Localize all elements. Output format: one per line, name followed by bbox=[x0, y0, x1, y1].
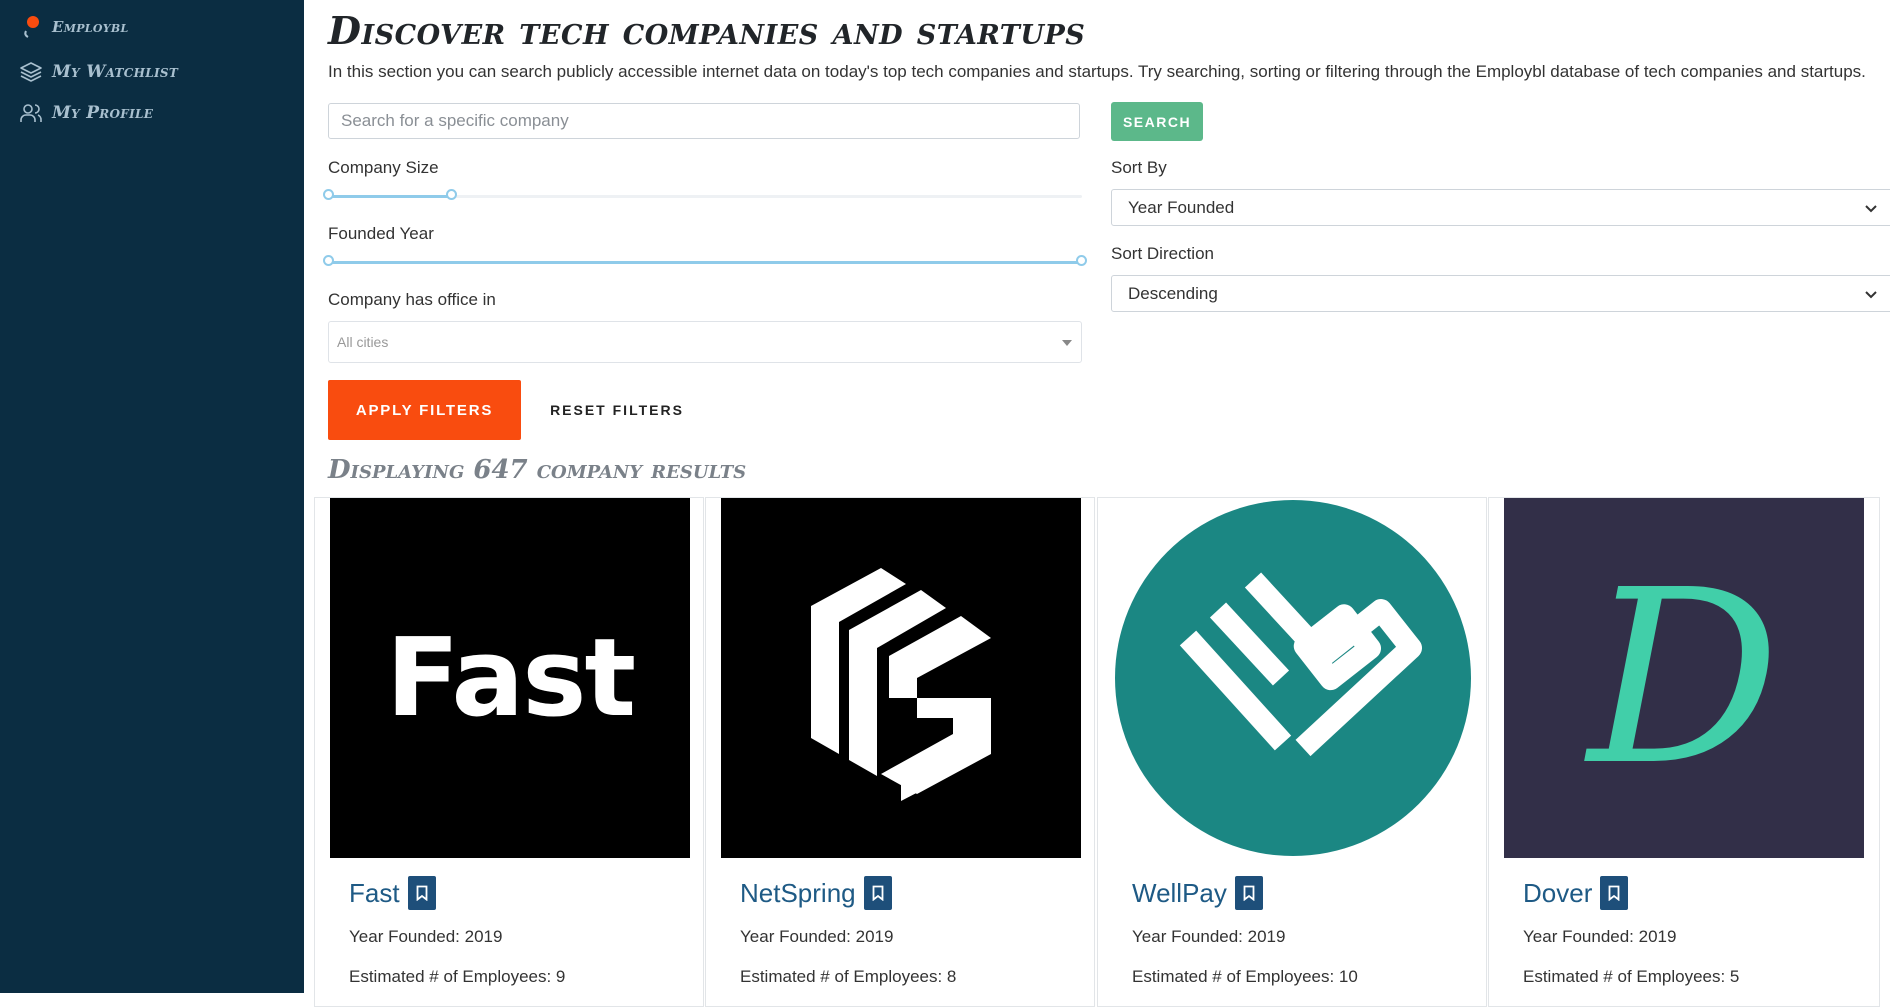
caret-down-icon bbox=[1061, 334, 1073, 350]
company-logo[interactable]: D bbox=[1504, 498, 1864, 858]
chevron-down-icon bbox=[1865, 198, 1877, 218]
bookmark-button[interactable] bbox=[407, 876, 436, 910]
brand-link[interactable]: Employbl bbox=[18, 14, 128, 40]
slider-handle-max[interactable] bbox=[446, 189, 458, 200]
intro-text: In this section you can search publicly … bbox=[328, 62, 1866, 81]
sidebar-item-label: My Profile bbox=[52, 103, 154, 123]
company-year: Year Founded: 2019 bbox=[740, 927, 894, 946]
wellpay-logo-mark bbox=[1115, 500, 1471, 856]
sort-direction-select[interactable]: Descending bbox=[1111, 275, 1890, 312]
sort-direction-value: Descending bbox=[1128, 283, 1218, 303]
company-name-link[interactable]: Dover bbox=[1523, 878, 1592, 909]
city-select[interactable]: All cities bbox=[328, 321, 1082, 363]
company-name-row: NetSpring bbox=[740, 876, 892, 910]
company-employees: Estimated # of Employees: 8 bbox=[740, 967, 957, 986]
bookmark-icon bbox=[1243, 885, 1255, 901]
company-card[interactable]: D Dover Year Founded: 2019 Estimated # o… bbox=[1488, 497, 1880, 1007]
results-heading: Displaying 647 company results bbox=[328, 455, 747, 485]
company-employees: Estimated # of Employees: 9 bbox=[349, 967, 566, 986]
company-year: Year Founded: 2019 bbox=[1132, 927, 1286, 946]
office-label: Company has office in bbox=[328, 290, 496, 309]
sort-direction-label: Sort Direction bbox=[1111, 244, 1214, 263]
chevron-down-icon bbox=[1865, 284, 1877, 304]
company-logo[interactable] bbox=[721, 498, 1081, 858]
company-logo[interactable]: Fast bbox=[330, 498, 690, 858]
main-content: Discover tech companies and startups In … bbox=[304, 0, 1890, 1007]
slider-fill bbox=[328, 195, 453, 198]
bookmark-icon bbox=[1608, 885, 1620, 901]
brand-logo-icon bbox=[18, 14, 44, 40]
slider-fill bbox=[328, 261, 1082, 264]
sidebar: Employbl My Watchlist My Profile bbox=[0, 0, 304, 993]
page-title: Discover tech companies and startups bbox=[328, 8, 1086, 53]
company-name-row: Fast bbox=[349, 876, 436, 910]
bookmark-button[interactable] bbox=[863, 876, 892, 910]
search-input[interactable] bbox=[328, 103, 1080, 139]
company-name-row: Dover bbox=[1523, 876, 1629, 910]
founded-year-label: Founded Year bbox=[328, 224, 434, 243]
company-year: Year Founded: 2019 bbox=[349, 927, 503, 946]
company-name-row: WellPay bbox=[1132, 876, 1263, 910]
sidebar-item-label: My Watchlist bbox=[52, 62, 179, 82]
company-card[interactable]: NetSpring Year Founded: 2019 Estimated #… bbox=[705, 497, 1095, 1007]
company-logo[interactable] bbox=[1113, 498, 1473, 858]
company-employees: Estimated # of Employees: 5 bbox=[1523, 967, 1740, 986]
city-select-placeholder: All cities bbox=[337, 334, 389, 350]
company-card[interactable]: WellPay Year Founded: 2019 Estimated # o… bbox=[1097, 497, 1487, 1007]
bookmark-button[interactable] bbox=[1600, 876, 1629, 910]
reset-filters-button[interactable]: RESET FILTERS bbox=[542, 390, 692, 430]
slider-handle-max[interactable] bbox=[1076, 255, 1087, 266]
company-logo-text: Fast bbox=[385, 615, 636, 741]
founded-year-slider[interactable] bbox=[323, 255, 1087, 266]
layers-icon bbox=[18, 59, 44, 85]
sort-by-select[interactable]: Year Founded bbox=[1111, 189, 1890, 226]
company-name-link[interactable]: WellPay bbox=[1132, 878, 1227, 909]
company-logo-text: D bbox=[1587, 538, 1781, 818]
sidebar-item-profile[interactable]: My Profile bbox=[18, 100, 153, 126]
company-name-link[interactable]: NetSpring bbox=[740, 878, 856, 909]
netspring-logo-mark bbox=[811, 568, 991, 801]
bookmark-icon bbox=[416, 885, 427, 901]
company-employees: Estimated # of Employees: 10 bbox=[1132, 967, 1358, 986]
slider-handle-min[interactable] bbox=[323, 255, 334, 266]
users-icon bbox=[18, 100, 44, 126]
bookmark-button[interactable] bbox=[1234, 876, 1263, 910]
company-card[interactable]: Fast Fast Year Founded: 2019 Estimated #… bbox=[314, 497, 704, 1007]
company-size-slider[interactable] bbox=[323, 189, 1082, 200]
slider-handle-min[interactable] bbox=[323, 189, 334, 200]
company-size-label: Company Size bbox=[328, 158, 439, 177]
brand-name: Employbl bbox=[52, 18, 129, 36]
sort-by-value: Year Founded bbox=[1128, 197, 1235, 217]
company-year: Year Founded: 2019 bbox=[1523, 927, 1677, 946]
company-name-link[interactable]: Fast bbox=[349, 878, 400, 909]
search-button[interactable]: SEARCH bbox=[1111, 102, 1203, 141]
bookmark-icon bbox=[872, 885, 884, 901]
sidebar-item-watchlist[interactable]: My Watchlist bbox=[18, 59, 178, 85]
sort-by-label: Sort By bbox=[1111, 158, 1167, 177]
apply-filters-button[interactable]: APPLY FILTERS bbox=[328, 380, 521, 440]
